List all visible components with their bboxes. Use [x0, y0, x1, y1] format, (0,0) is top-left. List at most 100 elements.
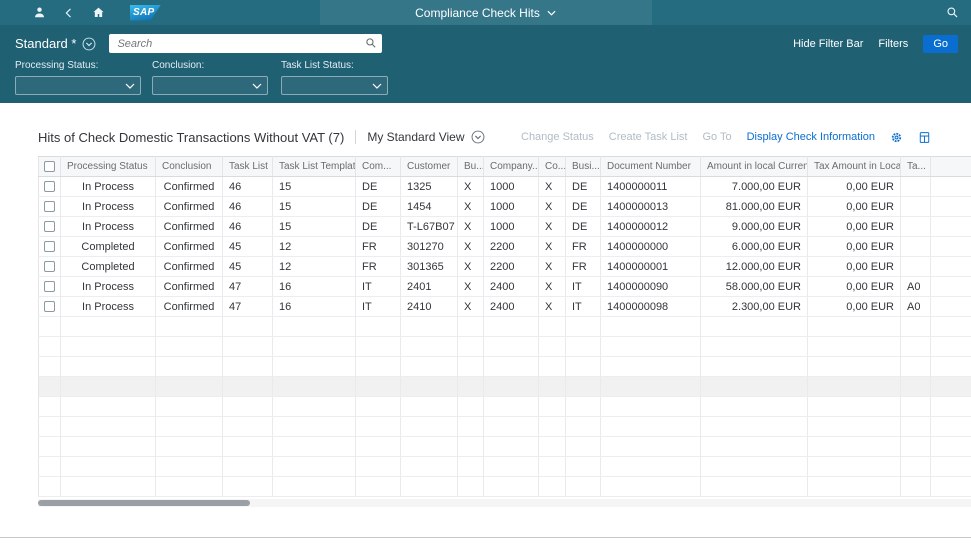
sap-logo[interactable]: SAP — [130, 5, 161, 21]
column-header-task-list[interactable]: Task List — [223, 157, 273, 177]
column-header-conclusion[interactable]: Conclusion — [156, 157, 223, 177]
search-icon[interactable] — [365, 37, 377, 52]
task-list-template-link[interactable]: 16 — [273, 277, 356, 297]
table-row[interactable]: In Process Confirmed 46 15 DE 1454 X 100… — [39, 197, 971, 217]
row-checkbox[interactable] — [44, 281, 55, 292]
processing-status-cell: In Process — [61, 177, 156, 197]
task-list-link[interactable]: 46 — [223, 177, 273, 197]
scrollbar-thumb[interactable] — [38, 500, 250, 506]
table-row[interactable]: In Process Confirmed 46 15 DE T-L67B07 X… — [39, 217, 971, 237]
table-row[interactable]: In Process Confirmed 46 15 DE 1325 X 100… — [39, 177, 971, 197]
document-number-cell: 1400000098 — [601, 297, 701, 317]
processing-status-cell: In Process — [61, 197, 156, 217]
customer-cell: 301270 — [401, 237, 458, 257]
column-header-amount-local-currency[interactable]: Amount in local Curren... — [701, 157, 808, 177]
column-header-task-list-template[interactable]: Task List Template — [273, 157, 356, 177]
company-cell: 2200 — [484, 237, 539, 257]
go-button[interactable]: Go — [923, 35, 958, 53]
column-header-ta[interactable]: Ta... — [901, 157, 931, 177]
chevron-down-icon — [547, 10, 556, 16]
display-check-information-button[interactable]: Display Check Information — [747, 131, 875, 143]
column-header-tax-amount-local-currency[interactable]: Tax Amount in Local C... — [808, 157, 901, 177]
filters-button[interactable]: Filters — [878, 38, 908, 50]
company-cell: 1000 — [484, 177, 539, 197]
amount-cell: 12.000,00 EUR — [701, 257, 808, 277]
home-icon[interactable] — [92, 6, 105, 19]
variant-label: Standard * — [15, 36, 76, 51]
table-row[interactable]: In Process Confirmed 47 16 IT 2401 X 240… — [39, 277, 971, 297]
task-list-link[interactable]: 47 — [223, 277, 273, 297]
processing-status-select[interactable] — [15, 76, 141, 95]
row-checkbox[interactable] — [44, 261, 55, 272]
conclusion-select[interactable] — [152, 76, 268, 95]
user-icon[interactable] — [33, 6, 46, 19]
filter-label: Processing Status: — [15, 60, 141, 71]
bu-cell: X — [458, 177, 484, 197]
amount-cell: 2.300,00 EUR — [701, 297, 808, 317]
company-cell: 1000 — [484, 197, 539, 217]
task-list-link[interactable]: 45 — [223, 257, 273, 277]
amount-cell: 9.000,00 EUR — [701, 217, 808, 237]
filler-cell — [931, 217, 971, 237]
filler-cell — [931, 297, 971, 317]
table-row[interactable]: Completed Confirmed 45 12 FR 301270 X 22… — [39, 237, 971, 257]
co-cell: X — [539, 277, 566, 297]
variant-selector[interactable]: Standard * — [15, 36, 96, 51]
change-status-button[interactable]: Change Status — [521, 131, 594, 143]
task-list-template-link[interactable]: 12 — [273, 257, 356, 277]
view-selector[interactable]: My Standard View — [367, 130, 484, 144]
company-cell: 2400 — [484, 297, 539, 317]
create-task-list-button[interactable]: Create Task List — [609, 131, 688, 143]
app-title-button[interactable]: Compliance Check Hits — [320, 0, 652, 25]
row-select-cell — [39, 277, 61, 297]
horizontal-scrollbar[interactable] — [38, 499, 971, 507]
task-list-link[interactable]: 46 — [223, 197, 273, 217]
row-checkbox[interactable] — [44, 301, 55, 312]
settings-icon[interactable] — [890, 131, 903, 144]
column-header-co[interactable]: Co... — [539, 157, 566, 177]
task-list-link[interactable]: 45 — [223, 237, 273, 257]
task-list-template-link[interactable]: 12 — [273, 237, 356, 257]
select-all-checkbox[interactable] — [44, 161, 55, 172]
document-number-cell: 1400000013 — [601, 197, 701, 217]
search-icon[interactable] — [946, 6, 959, 19]
chevron-down-icon — [125, 83, 135, 89]
row-checkbox[interactable] — [44, 181, 55, 192]
busi-cell: IT — [566, 277, 601, 297]
task-list-status-select[interactable] — [281, 76, 388, 95]
hide-filter-bar-button[interactable]: Hide Filter Bar — [793, 38, 863, 50]
empty-row — [39, 317, 971, 337]
row-checkbox[interactable] — [44, 241, 55, 252]
column-header-processing-status[interactable]: Processing Status — [61, 157, 156, 177]
search-input[interactable] — [109, 34, 382, 53]
column-header-busi[interactable]: Busi... — [566, 157, 601, 177]
row-checkbox[interactable] — [44, 201, 55, 212]
row-select-cell — [39, 237, 61, 257]
column-header-bu[interactable]: Bu... — [458, 157, 484, 177]
tax-amount-cell: 0,00 EUR — [808, 237, 901, 257]
table-row[interactable]: Completed Confirmed 45 12 FR 301365 X 22… — [39, 257, 971, 277]
column-header-company[interactable]: Company... — [484, 157, 539, 177]
task-list-template-link[interactable]: 16 — [273, 297, 356, 317]
document-number-cell: 1400000090 — [601, 277, 701, 297]
filler-cell — [931, 277, 971, 297]
task-list-template-link[interactable]: 15 — [273, 177, 356, 197]
empty-row — [39, 377, 971, 397]
task-list-template-link[interactable]: 15 — [273, 197, 356, 217]
tax-amount-cell: 0,00 EUR — [808, 257, 901, 277]
table-row[interactable]: In Process Confirmed 47 16 IT 2410 X 240… — [39, 297, 971, 317]
customer-cell: T-L67B07 — [401, 217, 458, 237]
row-checkbox[interactable] — [44, 221, 55, 232]
task-list-link[interactable]: 46 — [223, 217, 273, 237]
go-to-button[interactable]: Go To — [702, 131, 731, 143]
empty-row — [39, 357, 971, 377]
column-header-customer[interactable]: Customer — [401, 157, 458, 177]
column-header-com[interactable]: Com... — [356, 157, 401, 177]
export-to-spreadsheet-icon[interactable] — [918, 131, 931, 144]
back-icon[interactable] — [63, 7, 75, 19]
column-header-document-number[interactable]: Document Number — [601, 157, 701, 177]
task-list-template-link[interactable]: 15 — [273, 217, 356, 237]
task-list-link[interactable]: 47 — [223, 297, 273, 317]
busi-cell: DE — [566, 217, 601, 237]
filler-cell — [931, 177, 971, 197]
